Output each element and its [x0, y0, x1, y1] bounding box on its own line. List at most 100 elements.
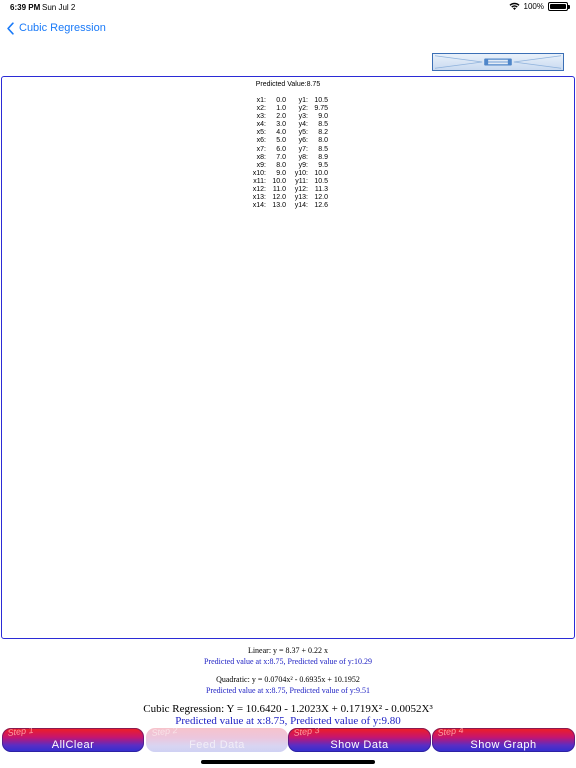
data-cell-yv: 12.0 — [314, 194, 328, 202]
data-cell-yl: y4: — [298, 121, 308, 129]
status-date: Sun Jul 2 — [42, 3, 76, 12]
data-cell-xv: 13.0 — [272, 202, 286, 210]
data-cell-yl: y7: — [298, 145, 308, 153]
data-row: x2: 1.0 y2: 9.75 — [2, 105, 574, 113]
data-row: x10: 9.0 y10: 10.0 — [2, 170, 574, 178]
data-cell-xl: x5: — [256, 129, 266, 137]
data-cell-yl: y12: — [294, 186, 308, 194]
data-cell-yv: 8.9 — [318, 153, 328, 161]
data-cell-yl: y1: — [298, 97, 308, 104]
data-row: x14: 13.0 y14: 12.6 — [2, 202, 574, 210]
step-tag: Step 2 — [151, 728, 179, 738]
data-cell-yl: y3: — [298, 113, 308, 121]
data-cell-xv: 5.0 — [276, 137, 286, 145]
status-bar: 6:39 PM Sun Jul 2 100% — [0, 0, 576, 16]
data-display-panel: Predicted Value:8.75 x1: 0.0 y1: 10.5 x2: 1.0… — [1, 76, 575, 639]
data-cell-xl: x1: — [256, 97, 266, 104]
data-row: x8: 7.0 y8: 8.9 — [2, 154, 574, 162]
data-row: x11: 10.0 y11: 10.5 — [2, 178, 574, 186]
regression-results: Linear: y = 8.37 + 0.22 x Predicted valu… — [0, 645, 576, 727]
data-cell-yv: 8.5 — [318, 121, 328, 129]
allclear-button[interactable]: Step 1 AllClear — [2, 728, 144, 752]
data-cell-yv: 8.0 — [318, 137, 328, 145]
status-indicators: 100% — [509, 2, 570, 11]
data-cell-xv: 4.0 — [276, 129, 286, 137]
data-cell-xl: x8: — [256, 153, 266, 161]
data-cell-yv: 9.5 — [318, 161, 328, 169]
data-cell-xv: 7.0 — [276, 153, 286, 161]
data-cell-xl: x3: — [256, 113, 266, 121]
linear-equation: Linear: y = 8.37 + 0.22 x — [247, 646, 329, 655]
data-row: x12: 11.0 y12: 11.3 — [2, 186, 574, 194]
data-cell-yv: 12.6 — [314, 202, 328, 210]
data-row: x13: 12.0 y13: 12.0 — [2, 194, 574, 202]
data-cell-xv: 11.0 — [272, 186, 286, 194]
battery-icon — [548, 2, 570, 11]
step-tag: Step 1 — [7, 728, 35, 738]
data-cell-xv: 8.0 — [276, 161, 286, 169]
data-cell-xv: 0.0 — [276, 97, 286, 104]
step-tag: Step 4 — [437, 728, 465, 738]
cubic-equation: Cubic Regression: Y = 10.6420 - 1.2023X … — [143, 703, 433, 715]
data-row: x6: 5.0 y6: 8.0 — [2, 137, 574, 145]
status-time: 6:39 PM — [10, 3, 41, 12]
show-graph-button[interactable]: Step 4 Show Graph — [432, 728, 575, 752]
battery-percent: 100% — [523, 2, 544, 11]
data-cell-yv: 10.5 — [314, 177, 328, 185]
data-row: x7: 6.0 y7: 8.5 — [2, 146, 574, 154]
data-cell-xl: x4: — [256, 121, 266, 129]
data-cell-yv: 11.3 — [314, 186, 328, 194]
data-cell-xl: x9: — [256, 161, 266, 169]
data-cell-yl: y2: — [298, 105, 308, 113]
quadratic-equation: Quadratic: y = 0.0704x² - 0.6935x + 10.1… — [216, 675, 360, 684]
back-button[interactable]: Cubic Regression — [6, 20, 106, 36]
menu-button[interactable] — [432, 53, 564, 71]
data-cell-yl: y14: — [294, 202, 308, 210]
data-cell-xv: 10.0 — [272, 177, 286, 185]
data-row: x1: 0.0 y1: 10.5 — [2, 97, 574, 105]
data-cell-yv: 8.2 — [318, 129, 328, 137]
data-cell-yv: 10.5 — [314, 97, 328, 104]
data-row: x4: 3.0 y4: 8.5 — [2, 121, 574, 129]
data-cell-xv: 1.0 — [276, 105, 286, 113]
data-cell-yl: y13: — [294, 194, 308, 202]
menu-icon — [434, 55, 562, 69]
data-cell-yv: 10.0 — [314, 169, 328, 177]
data-row: x9: 8.0 y9: 9.5 — [2, 162, 574, 170]
data-cell-xv: 9.0 — [276, 169, 286, 177]
data-cell-xl: x6: — [256, 137, 266, 145]
data-cell-yl: y5: — [298, 129, 308, 137]
data-cell-xl: x13: — [252, 194, 266, 202]
data-cell-xv: 12.0 — [272, 194, 286, 202]
wifi-icon — [509, 2, 520, 10]
data-row: x5: 4.0 y5: 8.2 — [2, 129, 574, 137]
data-cell-yl: y6: — [298, 137, 308, 145]
data-cell-yl: y11: — [295, 177, 308, 185]
data-cell-yl: y9: — [298, 161, 308, 169]
predicted-value-label: Predicted Value:8.75 — [255, 81, 321, 88]
show-data-button[interactable]: Step 3 Show Data — [288, 728, 431, 752]
data-cell-xl: x14: — [252, 202, 266, 210]
cubic-prediction: Predicted value at x:8.75, Predicted val… — [175, 715, 401, 727]
step-label: AllClear — [51, 739, 95, 751]
data-cell-xv: 3.0 — [276, 121, 286, 129]
back-label: Cubic Regression — [19, 22, 106, 34]
data-cell-xl: x2: — [256, 105, 266, 113]
feed-data-button[interactable]: Step 2 Feed Data — [146, 728, 288, 752]
step-toolbar: Step 1 AllClear Step 2 Feed Data Step 3 … — [0, 728, 576, 752]
data-row: x3: 2.0 y3: 9.0 — [2, 113, 574, 121]
data-cell-xl: x10: — [252, 169, 266, 177]
home-indicator[interactable] — [201, 760, 375, 764]
quadratic-prediction: Predicted value at x:8.75, Predicted val… — [206, 686, 370, 695]
linear-prediction: Predicted value at x:8.75, Predicted val… — [204, 657, 372, 666]
data-cell-yv: 9.75 — [314, 105, 328, 113]
data-cell-xl: x7: — [256, 145, 266, 153]
data-cell-yv: 9.0 — [318, 113, 328, 121]
data-cell-yv: 8.5 — [318, 145, 328, 153]
step-label: Show Graph — [470, 739, 537, 751]
data-cell-yl: y8: — [298, 153, 308, 161]
data-cell-xl: x11: — [253, 177, 266, 185]
data-cell-yl: y10: — [294, 169, 308, 177]
step-label: Feed Data — [189, 739, 245, 751]
data-cell-xv: 2.0 — [276, 113, 286, 121]
